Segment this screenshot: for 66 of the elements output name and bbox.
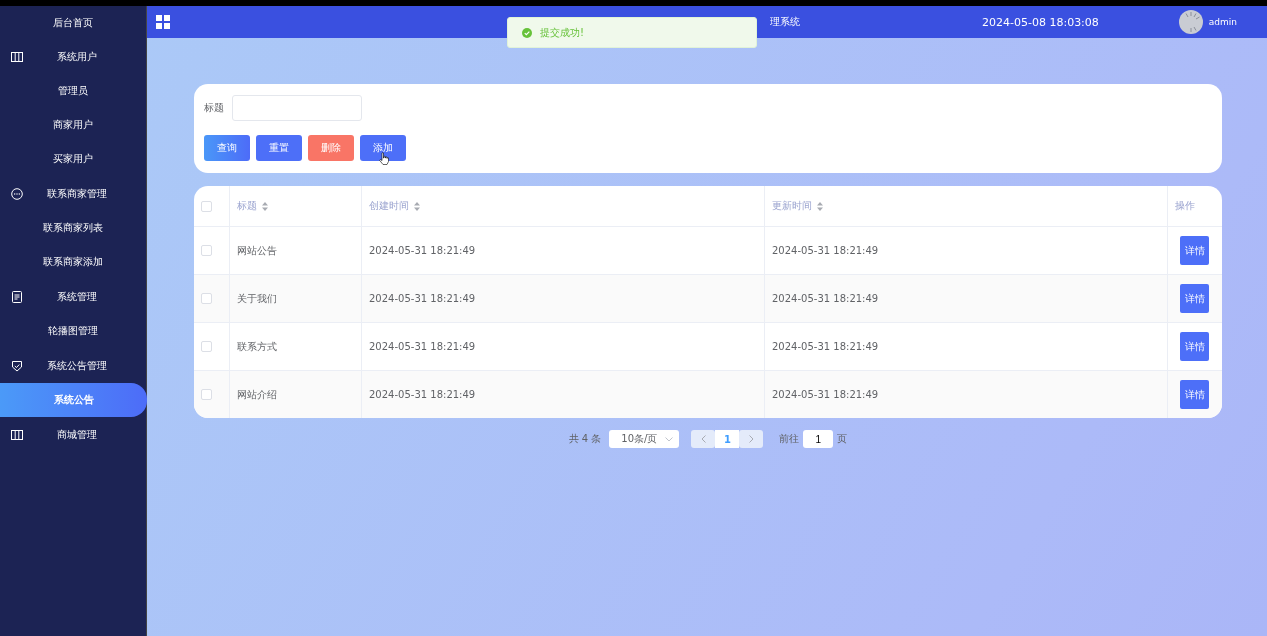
sidebar-item[interactable]: 系统用户 — [0, 39, 146, 74]
username[interactable]: admin — [1208, 17, 1238, 27]
row-checkbox[interactable] — [201, 245, 212, 256]
page-input-field[interactable]: 1 — [803, 430, 834, 448]
sidebar-item[interactable]: 后台首页 — [0, 6, 146, 39]
check-circle-icon — [522, 27, 532, 38]
sidebar-item[interactable]: 商家用户 — [0, 108, 146, 142]
table-cell: 网站介绍 — [237, 387, 277, 402]
document-icon — [11, 290, 23, 303]
sidebar-item[interactable]: 系统公告 — [0, 383, 147, 417]
app-title: 理系统 — [770, 15, 801, 29]
goto-label: 前往 — [779, 432, 800, 446]
row-checkbox[interactable] — [201, 389, 212, 400]
sidebar-item[interactable]: 联系商家管理 — [0, 176, 146, 211]
table-cell: 2024-05-31 18:21:49 — [369, 389, 476, 400]
sidebar-item[interactable]: 联系商家添加 — [0, 245, 146, 279]
chevron-right-icon — [748, 435, 754, 443]
sort-icon[interactable] — [817, 201, 823, 211]
table-cell: 2024-05-31 18:21:49 — [772, 389, 879, 400]
detail-button[interactable]: 详情 — [1180, 284, 1209, 313]
columns-icon — [11, 428, 23, 441]
row-checkbox[interactable] — [201, 341, 212, 352]
toast-message: 提交成功! — [540, 25, 584, 40]
avatar-icon[interactable] — [1178, 10, 1203, 34]
reset-button[interactable]: 重置 — [256, 135, 302, 161]
add-button[interactable]: 添加 — [360, 135, 406, 161]
sort-icon[interactable] — [262, 201, 268, 211]
next-page-button[interactable] — [739, 430, 764, 448]
field-label: 标题 — [204, 101, 224, 115]
sidebar-item[interactable]: 商城管理 — [0, 417, 146, 452]
columns-icon — [11, 50, 23, 63]
column-header: 操作 — [1175, 199, 1195, 213]
table-cell: 关于我们 — [237, 291, 277, 306]
row-checkbox[interactable] — [201, 293, 212, 304]
table-cell: 2024-05-31 18:21:49 — [369, 293, 476, 304]
chevron-left-icon — [700, 435, 706, 443]
grid-icon[interactable] — [156, 15, 170, 29]
table-cell: 2024-05-31 18:21:49 — [772, 293, 879, 304]
table-cell: 2024-05-31 18:21:49 — [772, 245, 879, 256]
table-cell: 联系方式 — [237, 339, 277, 354]
sidebar-item[interactable]: 联系商家列表 — [0, 211, 146, 245]
table-cell: 2024-05-31 18:21:49 — [772, 341, 879, 352]
detail-button[interactable]: 详情 — [1180, 380, 1209, 409]
sidebar-item[interactable]: 系统管理 — [0, 279, 146, 314]
title-input-field[interactable] — [232, 95, 362, 121]
chat-icon — [11, 187, 23, 200]
sort-icon[interactable] — [414, 201, 420, 211]
select-all-checkbox[interactable] — [201, 200, 212, 212]
chevron-down-icon — [665, 436, 674, 442]
table-cell: 网站公告 — [237, 243, 277, 258]
sidebar-item[interactable]: 轮播图管理 — [0, 314, 146, 348]
total-count: 共 4 条 — [568, 432, 602, 446]
sidebar-item[interactable]: 管理员 — [0, 74, 146, 108]
detail-button[interactable]: 详情 — [1180, 236, 1209, 265]
detail-button[interactable]: 详情 — [1180, 332, 1209, 361]
page-suffix: 页 — [837, 432, 848, 446]
sidebar-item[interactable]: 买家用户 — [0, 142, 146, 176]
query-button[interactable]: 查询 — [204, 135, 250, 161]
hand-cursor-icon — [379, 152, 389, 165]
previous-page-button[interactable] — [691, 430, 716, 448]
shield-icon — [11, 359, 23, 372]
table-cell: 2024-05-31 18:21:49 — [369, 341, 476, 352]
page-size-select[interactable]: 10条/页 — [609, 430, 680, 448]
table-cell: 2024-05-31 18:21:49 — [369, 245, 476, 256]
datetime: 2024-05-08 18:03:08 — [982, 15, 1099, 29]
sidebar-item[interactable]: 系统公告管理 — [0, 348, 146, 383]
